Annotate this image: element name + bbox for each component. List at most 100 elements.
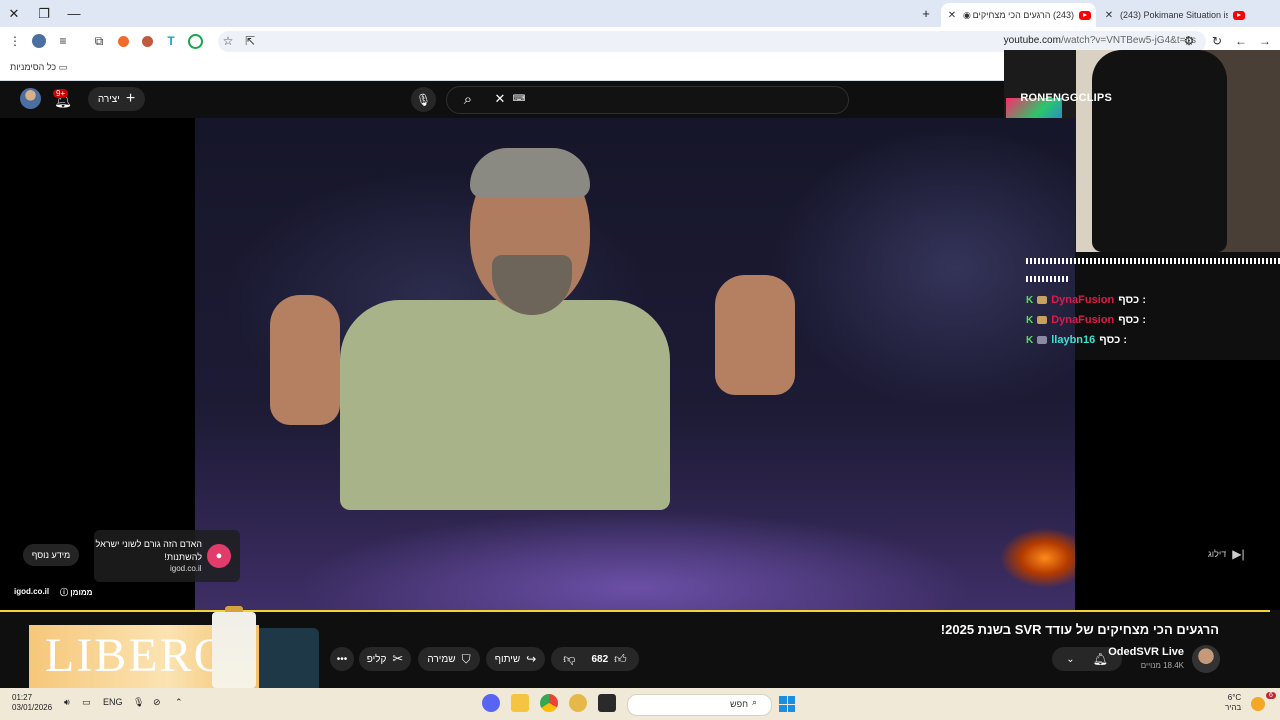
chat-username: llaybn16 [1051,334,1096,346]
skip-next-icon: ▶︎| [1232,547,1245,561]
kick-icon: K [1026,314,1034,326]
menu-kebab-icon[interactable]: ⋮ [6,32,24,50]
more-info-button[interactable]: מידע נוסף [23,544,79,566]
bookmark-star-icon[interactable]: ☆ [219,32,237,50]
weather-widget[interactable]: 6°C בהיר [1225,693,1241,713]
kick-icon: K [1026,294,1034,306]
extension-translate-icon[interactable]: T [162,32,180,50]
windows-start-icon[interactable] [779,696,795,712]
back-icon[interactable]: ← [1232,32,1250,50]
right-hand [715,275,795,395]
profile-icon[interactable] [30,32,48,50]
like-dislike-group: 👎︎ 682 👍︎ [551,647,639,671]
dislike-icon[interactable]: 👎︎ [563,652,575,667]
keyboard-icon[interactable]: ⌨ [512,93,526,103]
chat-username: DynaFusion [1051,294,1115,306]
kick-icon: K [1026,334,1034,346]
extension-green-icon[interactable] [186,32,204,50]
url-path: /watch?v=VNTBew5-jG4&t=1s [1060,35,1196,46]
tab-title: (243) הרגעים הכי מצחיקים [972,10,1074,20]
close-window-icon[interactable]: ✕ [0,0,28,27]
display-icon[interactable]: ▭ [82,697,91,708]
chat-text: : כסף [1118,294,1146,306]
terminal-icon[interactable] [598,694,616,712]
minimize-window-icon[interactable]: — [60,0,88,27]
tab-close-icon[interactable]: ✕ [945,10,959,21]
install-app-icon[interactable]: ⇱ [241,32,259,50]
skip-ad-button[interactable]: דילוג ▶︎| [1208,547,1245,561]
account-avatar[interactable] [20,88,41,109]
tab-close-icon[interactable]: ✕ [1102,10,1116,21]
volume-icon[interactable]: 🔊︎ [64,697,70,708]
all-bookmarks[interactable]: כל הסימניות ▭ [10,62,67,73]
ad-footer-url[interactable]: igod.co.il [14,587,49,596]
app-icon[interactable] [569,694,587,712]
save-label: שמירה [427,653,456,665]
language-indicator[interactable]: ENG [103,697,123,707]
sponsored-text: ממומן [70,588,93,597]
clip-button[interactable]: קליפ ✂ [359,647,411,671]
create-button[interactable]: יצירה + [88,87,145,111]
more-actions-button[interactable]: ••• [330,647,354,671]
network-off-icon[interactable]: ⊘ [153,697,161,708]
show-hidden-icons-chevron-icon[interactable]: ⌃ [175,697,183,708]
like-icon[interactable]: 👍︎ [614,652,627,667]
share-button[interactable]: שיתוף ↪ [486,647,545,671]
chat-divider-short [1026,276,1069,282]
clear-search-icon[interactable]: ✕ [492,90,508,108]
file-explorer-icon[interactable] [511,694,529,712]
chat-divider [1026,258,1280,264]
folder-icon: ▭ [58,62,68,72]
reading-list-icon[interactable]: ≡ [54,32,72,50]
bookmarks-bar [0,56,1004,81]
forward-icon[interactable]: → [1256,32,1274,50]
badge-icon [1037,336,1048,344]
voice-search-icon[interactable]: 🎙︎ [411,87,436,112]
save-button[interactable]: שמירה ⛉ [418,647,480,671]
perfume-bottle [212,612,256,688]
tab-inactive[interactable]: ✕ (243) Pokimane Situation is Ge [1098,3,1250,27]
chat-message: K llaybn16 : כסף [1026,334,1127,346]
man-shirt [340,300,670,510]
microphone-icon[interactable]: 🎙︎ [133,697,144,708]
ad-thumbnail[interactable] [259,628,319,688]
ad-title: האדם הזה גורם לשוני ישראל להשתנות! [95,539,203,562]
chat-text: : כסף [1118,314,1146,326]
url-text[interactable]: youtube.com/watch?v=VNTBew5-jG4&t=1s [1004,35,1196,46]
create-label: יצירה [97,93,120,105]
sponsored-label: ⓘ ממומן [60,587,93,598]
chrome-icon[interactable] [540,694,558,712]
chat-message: K DynaFusion : כסף [1026,314,1146,326]
temperature: 6°C [1227,693,1242,702]
banner-brand: LIBERO [45,629,231,682]
like-count: 682 [591,653,609,665]
search-icon[interactable]: ⌕ [458,90,478,108]
chevron-down-icon: ⌄ [1066,653,1075,665]
restore-window-icon[interactable]: ❐ [30,0,58,27]
advertiser-logo-icon: ● [207,544,231,568]
date: 03/01/2026 [12,703,53,712]
skip-label: דילוג [1208,549,1227,559]
info-icon: ⓘ [60,588,68,597]
chat-text: : כסף [1099,334,1128,346]
tab-active[interactable]: ✕ ◉ (243) הרגעים הכי מצחיקים [941,3,1096,27]
bookmark-icon: ⛉ [461,651,471,666]
taskbar-search[interactable] [627,694,772,716]
extensions-icon[interactable]: ⧉ [90,32,108,50]
clock[interactable]: 01:27 03/01/2026 [12,693,52,713]
new-tab-icon[interactable]: + [912,0,940,27]
channel-avatar[interactable] [1192,645,1220,673]
chat-username: DynaFusion [1051,314,1115,326]
gaming-chair [1092,50,1227,252]
badge-icon [1037,296,1048,304]
ad-url[interactable]: igod.co.il [170,564,202,573]
more-dots-icon: ••• [336,653,348,665]
channel-name[interactable]: OdedSVR Live [1108,646,1184,658]
discord-icon[interactable] [482,694,500,712]
reload-icon[interactable]: ↻ [1208,32,1226,50]
time: 01:27 [12,693,33,702]
extension-avatar-icon[interactable] [138,32,156,50]
extension-orange-icon[interactable] [114,32,132,50]
site-settings-icon[interactable]: ⚙ [1180,32,1198,50]
clip-label: קליפ [366,653,387,665]
